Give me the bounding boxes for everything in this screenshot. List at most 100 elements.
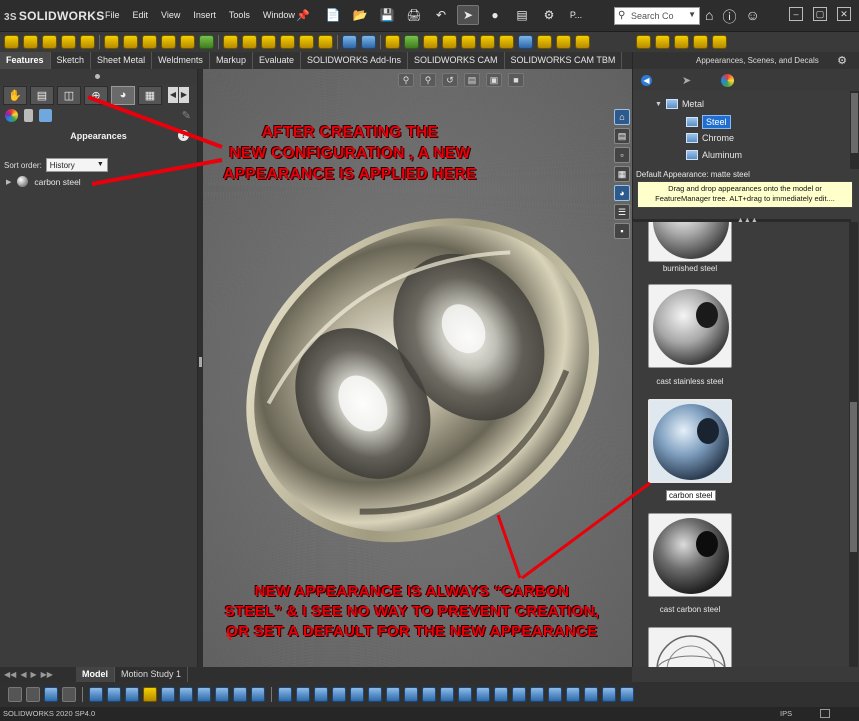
display-style-icon[interactable]: ■ <box>508 73 524 87</box>
lofted-boss-icon[interactable] <box>61 35 76 49</box>
appearances-view-icon[interactable] <box>5 108 18 122</box>
revolved-cut-icon[interactable] <box>142 35 157 49</box>
menu-file[interactable]: File <box>105 10 120 20</box>
tab-motion-study-1[interactable]: Motion Study 1 <box>115 667 189 682</box>
status-toggle-icon[interactable] <box>820 709 830 718</box>
previous-view-icon[interactable]: ↺ <box>442 73 458 87</box>
select-pointer-icon[interactable]: ➤ <box>457 5 479 25</box>
spline-icon[interactable] <box>386 687 400 702</box>
sort-order-select[interactable]: History ▼ <box>45 158 108 172</box>
relations-icon[interactable] <box>494 687 508 702</box>
decals-view-icon[interactable] <box>24 108 33 122</box>
view-palette-icon[interactable]: ▦ <box>614 166 630 182</box>
pan-icon[interactable] <box>251 687 265 702</box>
units-indicator[interactable]: IPS <box>780 709 792 718</box>
save-icon[interactable]: 💾 <box>376 5 398 25</box>
menu-edit[interactable]: Edit <box>133 10 149 20</box>
menu-tools[interactable]: Tools <box>229 10 250 20</box>
help-icon[interactable]: ⓘ <box>722 7 736 27</box>
extruded-boss-icon[interactable] <box>4 35 19 49</box>
tab-solidworks-addins[interactable]: SOLIDWORKS Add-Ins <box>301 52 409 69</box>
section-view-icon[interactable]: ▤ <box>464 73 480 87</box>
swept-boss-icon[interactable] <box>42 35 57 49</box>
open-icon[interactable]: 📂 <box>349 5 371 25</box>
thumbnail-cast-stainless-steel[interactable] <box>648 284 732 368</box>
scene-toolbar-icon[interactable] <box>655 35 670 49</box>
mirror-entities-icon[interactable] <box>458 687 472 702</box>
boundary-cut-icon[interactable] <box>199 35 214 49</box>
tab-solidworks-cam[interactable]: SOLIDWORKS CAM <box>408 52 505 69</box>
appearance-icon[interactable] <box>143 687 157 702</box>
configurationmanager-tab-icon[interactable]: ◫ <box>57 85 81 105</box>
instant3d-icon[interactable] <box>385 35 400 49</box>
rebuild-traffic-light-icon[interactable]: ● <box>484 5 506 25</box>
tab-evaluate[interactable]: Evaluate <box>253 52 301 69</box>
measure-icon[interactable] <box>179 687 193 702</box>
last-tab-icon[interactable]: ▶▶ <box>41 670 53 679</box>
first-tab-icon[interactable]: ◀◀ <box>4 670 16 679</box>
zoom-icon[interactable] <box>215 687 229 702</box>
search-dropdown-icon[interactable]: ▼ <box>688 10 696 19</box>
collapse-arrow-icon[interactable]: ▼ <box>655 101 662 108</box>
shaded-sketch-icon[interactable] <box>584 687 598 702</box>
tab-sheet-metal[interactable]: Sheet Metal <box>91 52 153 69</box>
move-face-icon[interactable] <box>518 35 533 49</box>
help-icon[interactable]: ? <box>178 130 189 141</box>
lofted-cut-icon[interactable] <box>180 35 195 49</box>
displaymanager-tab-icon[interactable]: ◕ <box>111 85 135 105</box>
repair-icon[interactable] <box>512 687 526 702</box>
splitter-grip[interactable] <box>199 357 202 367</box>
solidworks-logo[interactable]: 3S SOLIDWORKS <box>4 9 105 23</box>
back-icon[interactable]: ◀ <box>641 74 652 86</box>
draft-icon[interactable] <box>280 35 295 49</box>
print-icon[interactable]: 🖨 <box>403 5 425 25</box>
menu-view[interactable]: View <box>161 10 180 20</box>
hide-show-icon[interactable] <box>197 687 211 702</box>
quick-snaps-icon[interactable] <box>530 687 544 702</box>
appearance-palette-icon[interactable] <box>721 73 735 87</box>
rib-icon[interactable] <box>261 35 276 49</box>
scene-view-icon[interactable] <box>39 108 52 122</box>
tab-model[interactable]: Model <box>76 667 115 682</box>
deform-icon[interactable] <box>575 35 590 49</box>
menu-insert[interactable]: Insert <box>193 10 216 20</box>
thumbnail-carbon-steel[interactable] <box>648 399 732 483</box>
view-icon[interactable] <box>125 687 139 702</box>
tree-node-chrome[interactable]: Chrome <box>686 133 734 143</box>
intersect-icon[interactable] <box>404 35 419 49</box>
convert-entities-icon[interactable] <box>620 687 634 702</box>
appearance-toolbar-icon[interactable] <box>636 35 651 49</box>
user-icon[interactable]: ☺ <box>745 7 759 27</box>
mate-icon[interactable] <box>107 687 121 702</box>
featuremanager-tab-icon[interactable]: ✋ <box>3 85 27 105</box>
cam-tab-icon[interactable]: ▦ <box>138 85 162 105</box>
tab-solidworks-cam-tbm[interactable]: SOLIDWORKS CAM TBM <box>505 52 623 69</box>
appearance-list-item[interactable]: ▶ carbon steel <box>6 176 81 187</box>
display-options-icon[interactable]: ✎ <box>182 109 191 122</box>
tab-markup[interactable]: Markup <box>210 52 253 69</box>
dimxpert-tab-icon[interactable]: ⊕ <box>84 85 108 105</box>
hole-wizard-icon[interactable] <box>123 35 138 49</box>
tab-scroll-right-icon[interactable]: ▶ <box>179 87 189 103</box>
line-icon[interactable] <box>314 687 328 702</box>
move-icon[interactable] <box>89 687 103 702</box>
exit-sketch-icon[interactable] <box>602 687 616 702</box>
zoom-to-fit-icon[interactable]: ⚲ <box>398 73 414 87</box>
propertymanager-tab-icon[interactable]: ▤ <box>30 85 54 105</box>
solidworks-resources-icon[interactable]: ⌂ <box>614 109 630 125</box>
custom-properties-icon[interactable]: ☰ <box>614 204 630 220</box>
extruded-cut-icon[interactable] <box>104 35 119 49</box>
tree-node-metal[interactable]: ▼ Metal <box>655 99 704 109</box>
menu-window[interactable]: Window <box>263 10 295 20</box>
minimize-button[interactable]: – <box>789 7 803 21</box>
view-orientation-icon[interactable]: ▣ <box>486 73 502 87</box>
shell-icon[interactable] <box>299 35 314 49</box>
home-icon[interactable]: ⌂ <box>705 7 713 27</box>
rapid-sketch-icon[interactable] <box>548 687 562 702</box>
design-library-icon[interactable]: ▤ <box>614 128 630 144</box>
tab-weldments[interactable]: Weldments <box>152 52 210 69</box>
arc-icon[interactable] <box>368 687 382 702</box>
restore-button[interactable]: ▢ <box>813 7 827 21</box>
rotate-icon[interactable] <box>233 687 247 702</box>
tree-node-steel[interactable]: Steel <box>686 115 731 129</box>
